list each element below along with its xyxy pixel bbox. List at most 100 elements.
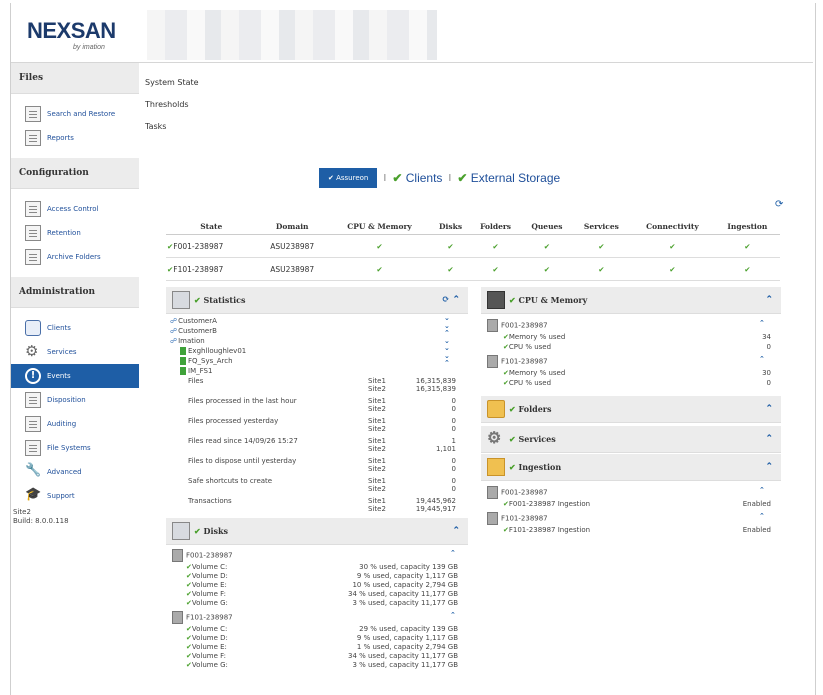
- state-cell: ✔F101-238987: [166, 257, 257, 281]
- services-header[interactable]: ⚙ ✔ Services ⌃: [481, 426, 781, 453]
- server-icon: [487, 512, 498, 525]
- check-icon: ✔: [714, 257, 780, 281]
- collapse-icon[interactable]: ⌃: [450, 549, 456, 557]
- sidebar-item-support[interactable]: 🎓 Support: [11, 484, 139, 508]
- volume-usage: 3 % used, capacity 11,177 GB: [352, 599, 458, 607]
- check-icon: ✔: [630, 257, 715, 281]
- check-icon: ✔: [327, 257, 432, 281]
- collapse-icon[interactable]: ⌃: [765, 434, 773, 444]
- tree-item[interactable]: IM_FS1: [180, 367, 212, 375]
- sidebar-item-services[interactable]: ⚙ Services: [11, 340, 139, 364]
- collapse-icon[interactable]: ⌃: [765, 404, 773, 414]
- disks-header[interactable]: ✔ Disks ⌃: [166, 518, 468, 545]
- stat-site: Site2: [368, 485, 386, 493]
- menu-tasks[interactable]: Tasks: [145, 122, 199, 144]
- tree-item[interactable]: Exghlloughlev01: [180, 347, 246, 355]
- collapse-icon[interactable]: ⌃: [759, 355, 765, 363]
- table-row[interactable]: ✔F101-238987 ASU238987 ✔ ✔ ✔ ✔ ✔ ✔ ✔: [166, 257, 780, 281]
- metric-value: 30: [762, 369, 771, 377]
- server-row[interactable]: F001-238987: [172, 549, 233, 562]
- folders-header[interactable]: ✔ Folders ⌃: [481, 396, 781, 423]
- stat-value: 16,315,839: [415, 385, 456, 393]
- menu-system-state[interactable]: System State: [145, 78, 199, 100]
- collapse-icon[interactable]: ⌃: [452, 526, 460, 536]
- expand-icon[interactable]: ⌄ ⌄ ⌃ ⌄ ⌄ ⌄ ⌃: [444, 314, 450, 368]
- sidebar-item-disposition[interactable]: Disposition: [11, 388, 139, 412]
- refresh-collapse-icon[interactable]: ⟳ ⌃: [442, 295, 460, 305]
- cpu-memory-header[interactable]: ✔ CPU & Memory ⌃: [481, 287, 781, 314]
- check-icon: ✔: [714, 234, 780, 258]
- stat-site: Site1: [368, 417, 386, 425]
- sidebar-item-label: Support: [47, 492, 75, 500]
- collapse-icon[interactable]: ⌃: [765, 462, 773, 472]
- menu-thresholds[interactable]: Thresholds: [145, 100, 199, 122]
- server-icon: [487, 486, 498, 499]
- check-icon: ✔: [469, 234, 522, 258]
- sidebar-item-access-control[interactable]: Access Control: [11, 197, 139, 221]
- disposition-icon: [25, 392, 41, 408]
- folders-panel: ✔ Folders ⌃: [481, 396, 781, 423]
- server-row[interactable]: F001-238987: [487, 486, 548, 499]
- sidebar-item-search-and-restore[interactable]: Search and Restore: [11, 102, 139, 126]
- ingestion-status: Enabled: [742, 526, 771, 534]
- tab-separator: I: [448, 172, 452, 184]
- stat-site: Site1: [368, 397, 386, 405]
- volume-row: ✔Volume C:: [186, 563, 228, 571]
- volume-usage: 10 % used, capacity 2,794 GB: [352, 581, 458, 589]
- file-systems-icon: [25, 440, 41, 456]
- metric-row: ✔Memory % used: [503, 333, 566, 341]
- tab-assureon[interactable]: ✔ Assureon: [319, 168, 378, 188]
- tab-clients[interactable]: ✔ Clients: [392, 171, 442, 185]
- sidebar-item-label: Auditing: [47, 420, 77, 428]
- ingestion-header[interactable]: ✔ Ingestion ⌃: [481, 454, 781, 481]
- server-icon: [172, 549, 183, 562]
- tab-external-storage[interactable]: ✔ External Storage: [457, 171, 560, 185]
- server-row[interactable]: F001-238987: [487, 319, 548, 332]
- stat-site: Site2: [368, 445, 386, 453]
- wrench-icon: 🔧: [25, 463, 42, 478]
- stat-site: Site1: [368, 477, 386, 485]
- statistics-header[interactable]: ✔ Statistics ⟳ ⌃: [166, 287, 468, 314]
- server-row[interactable]: F101-238987: [172, 611, 233, 624]
- services-panel: ⚙ ✔ Services ⌃: [481, 426, 781, 453]
- server-row[interactable]: F101-238987: [487, 512, 548, 525]
- sidebar-item-retention[interactable]: Retention: [11, 221, 139, 245]
- sidebar-item-events[interactable]: ! Events: [11, 364, 139, 388]
- tree-item[interactable]: ☍Imation: [170, 337, 205, 345]
- tree-item[interactable]: ☍CustomerB: [170, 327, 217, 335]
- sidebar-item-reports[interactable]: Reports: [11, 126, 139, 150]
- collapse-icon[interactable]: ⌃: [759, 512, 765, 520]
- access-control-icon: [25, 201, 41, 217]
- server-row[interactable]: F101-238987: [487, 355, 548, 368]
- sidebar-item-label: File Systems: [47, 444, 91, 452]
- domain-cell: ASU238987: [256, 234, 328, 258]
- stat-value: 0: [451, 417, 456, 425]
- domain-cell: ASU238987: [256, 257, 328, 281]
- sidebar-item-label: Reports: [47, 134, 74, 142]
- sidebar-item-clients[interactable]: Clients: [11, 316, 139, 340]
- sidebar-item-label: Access Control: [47, 205, 99, 213]
- volume-usage: 1 % used, capacity 2,794 GB: [356, 643, 458, 651]
- sidebar-item-file-systems[interactable]: File Systems: [11, 436, 139, 460]
- collapse-icon[interactable]: ⌃: [759, 319, 765, 327]
- stat-label: Safe shortcuts to create: [188, 477, 273, 485]
- sidebar-item-advanced[interactable]: 🔧 Advanced: [11, 460, 139, 484]
- sidebar-item-auditing[interactable]: Auditing: [11, 412, 139, 436]
- refresh-icon[interactable]: ⟳: [775, 199, 783, 210]
- tree-item[interactable]: ☍CustomerA: [170, 317, 217, 325]
- collapse-icon[interactable]: ⌃: [759, 486, 765, 494]
- volume-row: ✔Volume D:: [186, 572, 228, 580]
- stat-label: Files processed in the last hour: [188, 397, 297, 405]
- stat-site: Site1: [368, 377, 386, 385]
- clients-icon: [25, 320, 41, 336]
- retention-icon: [25, 225, 41, 241]
- metric-value: 0: [766, 379, 771, 387]
- collapse-icon[interactable]: ⌃: [765, 295, 773, 305]
- sidebar-item-archive-folders[interactable]: Archive Folders: [11, 245, 139, 269]
- table-row[interactable]: ✔F001-238987 ASU238987 ✔ ✔ ✔ ✔ ✔ ✔ ✔: [166, 234, 780, 258]
- collapse-icon[interactable]: ⌃: [450, 611, 456, 619]
- tree-item[interactable]: FQ_Sys_Arch: [180, 357, 233, 365]
- view-tabs: ✔ Assureon I ✔ Clients I ✔ External Stor…: [319, 168, 560, 188]
- col-queues: Queues: [521, 218, 573, 235]
- sidebar-item-label: Disposition: [47, 396, 86, 404]
